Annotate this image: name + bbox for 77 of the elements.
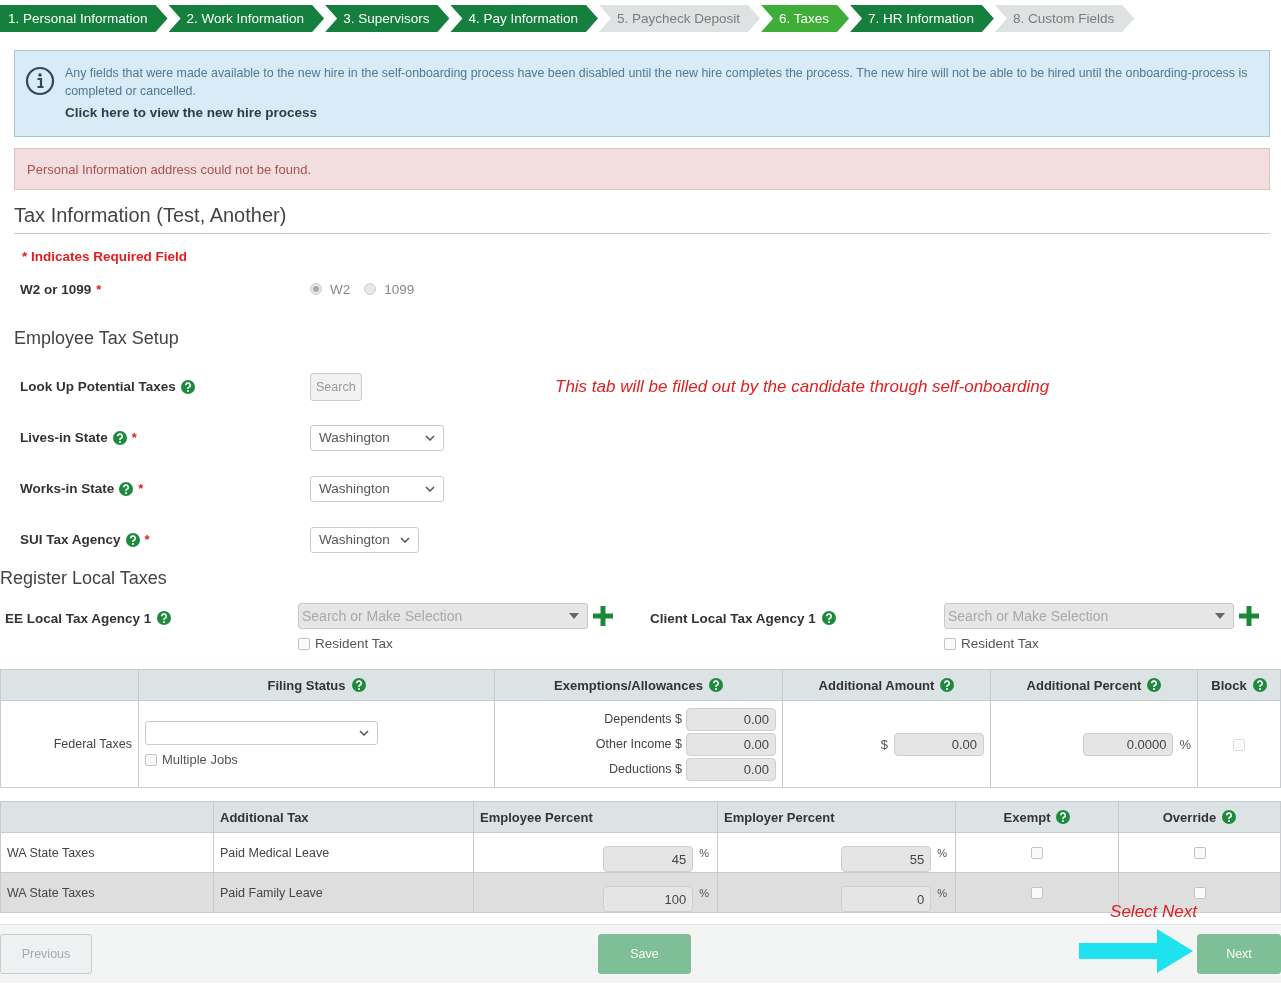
column-header: Override: [1162, 809, 1217, 825]
required-mark: *: [144, 532, 150, 547]
checkbox[interactable]: [1233, 738, 1245, 751]
step-tab[interactable]: 4. Pay Information: [450, 5, 598, 32]
field-label: Dependents $: [604, 712, 682, 726]
field-label: SUI Tax Agency: [20, 532, 121, 547]
required-mark: *: [131, 430, 137, 445]
annotation-text: Select Next: [1110, 902, 1197, 922]
column-header: Additional Tax: [220, 809, 309, 825]
column-header: Employer Percent: [724, 809, 835, 825]
plus-icon: [1238, 605, 1260, 627]
step-tab[interactable]: 6. Taxes: [761, 5, 850, 32]
chevron-icon: [425, 434, 435, 441]
column-header: Additional Amount: [818, 677, 935, 693]
checkbox-label: Resident Tax: [961, 636, 1039, 651]
checkbox-label: Resident Tax: [315, 636, 393, 651]
error-alert: Personal Information address could not be found.: [14, 148, 1270, 190]
select-field[interactable]: Washington: [310, 526, 419, 553]
percent-label: %: [699, 846, 709, 859]
column-header: Exempt: [1003, 809, 1051, 825]
checkbox[interactable]: [944, 637, 956, 650]
field-label: Look Up Potential Taxes: [20, 379, 176, 394]
field-label: Client Local Tax Agency 1: [650, 611, 816, 626]
percent-label: %: [937, 886, 947, 899]
checkbox-label: Multiple Jobs: [162, 752, 238, 767]
section-heading: Register Local Taxes: [0, 567, 168, 589]
checkbox[interactable]: [298, 637, 310, 650]
chevron-icon: [359, 730, 369, 736]
step-tab[interactable]: 2. Work Information: [168, 5, 325, 32]
field-label: Lives-in State: [20, 430, 108, 445]
select-field[interactable]: Washington: [310, 475, 444, 502]
row-label: WA State Taxes: [7, 885, 95, 900]
field-label: Works-in State: [20, 481, 115, 496]
row-label: Federal Taxes: [53, 737, 132, 751]
column-header: Additional Percent: [1026, 677, 1142, 693]
percent-label: %: [937, 846, 947, 859]
step-tab[interactable]: 3. Supervisors: [325, 5, 450, 32]
checkbox[interactable]: [1031, 887, 1043, 900]
row-label: WA State Taxes: [7, 845, 95, 860]
column-header: Employee Percent: [480, 809, 593, 825]
column-header: Filing Status: [267, 677, 346, 693]
step-tab[interactable]: 1. Personal Information: [0, 5, 168, 32]
percent-label: %: [699, 886, 709, 899]
info-icon: [25, 66, 55, 96]
column-header: Exemptions/Allowances: [554, 677, 703, 693]
required-mark: *: [138, 481, 144, 496]
chevron-icon: [425, 485, 435, 492]
plus-icon: [592, 605, 614, 627]
percent-label: %: [1179, 736, 1191, 752]
select-field[interactable]: Washington: [310, 424, 444, 451]
checkbox[interactable]: [1193, 887, 1206, 900]
checkbox[interactable]: [1031, 847, 1043, 860]
step-tab[interactable]: 8. Custom Fields: [994, 5, 1135, 32]
table-cell: Paid Medical Leave: [220, 845, 330, 860]
section-heading: Employee Tax Setup: [14, 327, 180, 349]
step-tab[interactable]: 5. Paycheck Deposit: [599, 5, 761, 32]
table-cell: Paid Family Leave: [220, 885, 323, 900]
checkbox[interactable]: [145, 753, 157, 766]
caret-icon: [569, 613, 579, 619]
new-hire-process-link[interactable]: Click here to view the new hire process: [65, 105, 318, 120]
field-label: Deductions $: [609, 762, 682, 776]
select-field[interactable]: [145, 721, 378, 745]
caret-icon: [1215, 613, 1225, 619]
required-mark: *: [96, 281, 102, 297]
chevron-icon: [400, 536, 410, 543]
step-tab[interactable]: 7. HR Information: [850, 5, 994, 32]
field-label: W2 or 1099: [20, 281, 92, 297]
required-note: * Indicates Required Field: [22, 249, 189, 264]
alert-message: Any fields that were made available to the new hire in the self-onboarding process have been disabled until the new hire completes the process. The new hire will not be able to be hired until the onboarding-process is completed or cancelled.: [65, 65, 1249, 100]
search-button[interactable]: Search: [310, 372, 362, 401]
currency-label: $: [880, 736, 888, 752]
field-label: EE Local Tax Agency 1: [5, 611, 152, 626]
annotation-text: This tab will be filled out by the candidate through self-onboarding: [555, 376, 1050, 397]
column-header: Block: [1211, 677, 1247, 693]
checkbox[interactable]: [1193, 847, 1206, 860]
field-label: Other Income $: [595, 737, 682, 751]
page-title: Tax Information (Test, Another): [14, 203, 1270, 234]
